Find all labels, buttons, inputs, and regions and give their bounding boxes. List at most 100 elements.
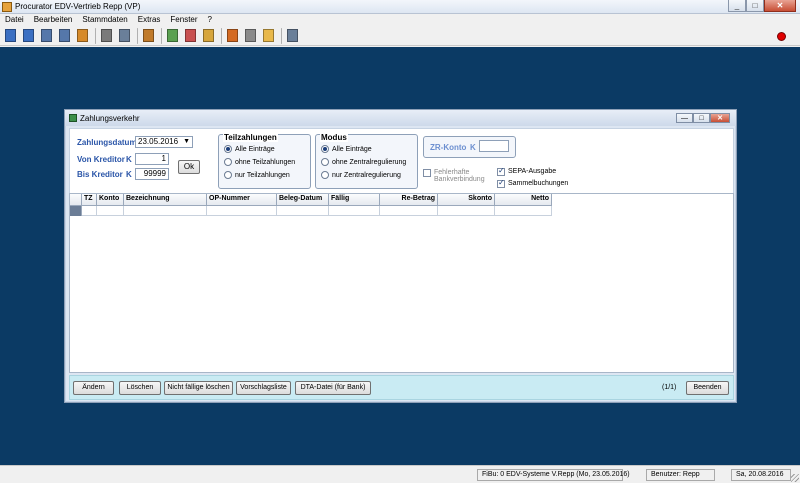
menu-fenster[interactable]: Fenster <box>165 14 202 26</box>
dta-datei-button[interactable]: DTA-Datei (für Bank) <box>295 381 371 395</box>
table-cell[interactable] <box>329 206 380 216</box>
child-maximize-button[interactable]: □ <box>693 113 710 123</box>
payment-icon[interactable] <box>141 28 156 43</box>
column-header[interactable]: Netto <box>495 194 552 206</box>
bar-chart-icon[interactable] <box>225 28 240 43</box>
teilzahlungen-option-alle[interactable]: Alle Einträge <box>224 145 275 153</box>
payments-grid[interactable]: TZ Konto Bezeichnung OP-Nummer Beleg-Datum Fä… <box>69 193 734 373</box>
ok-button[interactable]: Ok <box>178 160 200 174</box>
action-bar: Ändern Löschen Nicht fällige löschen Vor… <box>69 375 734 400</box>
von-kreditor-input[interactable]: 1 <box>135 153 169 165</box>
bis-kreditor-input[interactable]: 99999 <box>135 168 169 180</box>
print-icon[interactable] <box>117 28 132 43</box>
child-minimize-button[interactable]: — <box>676 113 693 123</box>
aendern-button[interactable]: Ändern <box>73 381 114 395</box>
close-button[interactable]: ✕ <box>764 0 796 12</box>
child-titlebar: Zahlungsverkehr — □ ✕ <box>65 110 736 126</box>
radio-label: ohne Teilzahlungen <box>235 158 296 166</box>
transfer-icon-glyph <box>203 29 214 42</box>
table-cell[interactable] <box>380 206 438 216</box>
app-title: Procurator EDV-Vertrieb Repp (VP) <box>15 2 141 11</box>
loeschen-button[interactable]: Löschen <box>119 381 161 395</box>
pen-icon-glyph <box>245 29 256 42</box>
new-doc-icon[interactable] <box>3 28 18 43</box>
bis-kreditor-prefix: K <box>126 170 132 179</box>
bar-chart-icon-glyph <box>227 29 238 42</box>
status-fibu: FiBu: 0 EDV-Systeme V.Repp (Mo, 23.05.20… <box>477 469 630 481</box>
sammel-label: Sammelbuchungen <box>508 180 569 187</box>
toolbar-separator <box>161 28 162 44</box>
table-cell[interactable] <box>124 206 207 216</box>
table-cell[interactable] <box>495 206 552 216</box>
vorschlagsliste-button[interactable]: Vorschlagsliste <box>236 381 291 395</box>
zahlungsdatum-select[interactable]: 23.05.2016 ▼ <box>135 136 193 148</box>
chart-green-icon[interactable] <box>165 28 180 43</box>
calculator-icon-glyph <box>287 29 298 42</box>
table-cell[interactable] <box>97 206 124 216</box>
menu-datei[interactable]: Datei <box>0 14 29 26</box>
beenden-button[interactable]: Beenden <box>686 381 729 395</box>
bis-kreditor-label: Bis Kreditor <box>77 170 123 179</box>
chart-green-icon-glyph <box>167 29 178 42</box>
zr-konto-input[interactable] <box>479 140 509 152</box>
teilzahlungen-option-ohne[interactable]: ohne Teilzahlungen <box>224 158 295 166</box>
status-bar: FiBu: 0 EDV-Systeme V.Repp (Mo, 23.05.20… <box>0 465 800 483</box>
print-icon-glyph <box>119 29 130 42</box>
menu-stammdaten[interactable]: Stammdaten <box>77 14 132 26</box>
print-doc-icon[interactable] <box>57 28 72 43</box>
column-header[interactable]: Fällig <box>329 194 380 206</box>
lookup-icon-glyph <box>101 29 112 42</box>
row-selector[interactable] <box>70 206 82 216</box>
table-row[interactable] <box>70 206 552 216</box>
menu-extras[interactable]: Extras <box>133 14 166 26</box>
column-header[interactable]: Re-Betrag <box>380 194 438 206</box>
menu-bar: Datei Bearbeiten Stammdaten Extras Fenst… <box>0 14 800 26</box>
table-cell[interactable] <box>207 206 277 216</box>
cabinet-icon[interactable] <box>75 28 90 43</box>
sepa-label: SEPA-Ausgabe <box>508 168 557 175</box>
column-header[interactable]: Konto <box>97 194 124 206</box>
modus-option-alle[interactable]: Alle Einträge <box>321 145 372 153</box>
search-doc-icon-glyph <box>41 29 52 42</box>
teilzahlungen-group: Teilzahlungen Alle Einträge ohne Teilzah… <box>218 133 311 189</box>
deadline-icon[interactable] <box>261 28 276 43</box>
doc-icon-glyph <box>23 29 34 42</box>
radio-label: Alle Einträge <box>235 145 275 153</box>
column-header[interactable]: Bezeichnung <box>124 194 207 206</box>
column-header[interactable]: Skonto <box>438 194 495 206</box>
lookup-icon[interactable] <box>99 28 114 43</box>
zr-konto-label: ZR-Konto <box>430 143 467 152</box>
toolbar-separator <box>95 28 96 44</box>
page-indicator: (1/1) <box>662 384 677 391</box>
checkbox-icon <box>497 178 505 188</box>
pen-icon[interactable] <box>243 28 258 43</box>
modus-option-ohne[interactable]: ohne Zentralregulierung <box>321 158 406 166</box>
menu-help[interactable]: ? <box>203 14 217 26</box>
child-close-button[interactable]: ✕ <box>710 113 730 123</box>
sepa-ausgabe-checkbox[interactable]: SEPA-Ausgabe <box>497 166 557 176</box>
menu-bearbeiten[interactable]: Bearbeiten <box>29 14 78 26</box>
column-header[interactable]: TZ <box>82 194 97 206</box>
fehlerhafte-bankverbindung-checkbox[interactable]: Fehlerhafte Bankverbindung <box>423 169 485 183</box>
maximize-button[interactable]: □ <box>746 0 764 12</box>
table-cell[interactable] <box>438 206 495 216</box>
doc-icon[interactable] <box>21 28 36 43</box>
minimize-button[interactable]: _ <box>728 0 746 12</box>
nicht-faellige-loeschen-button[interactable]: Nicht fällige löschen <box>164 381 233 395</box>
table-cell[interactable] <box>82 206 97 216</box>
resize-grip-icon[interactable] <box>791 474 799 482</box>
modus-option-nur[interactable]: nur Zentralregulierung <box>321 171 401 179</box>
table-cell[interactable] <box>277 206 329 216</box>
calculator-icon[interactable] <box>285 28 300 43</box>
teilzahlungen-option-nur[interactable]: nur Teilzahlungen <box>224 171 290 179</box>
sammelbuchungen-checkbox[interactable]: Sammelbuchungen <box>497 178 569 188</box>
toolbar-separator <box>281 28 282 44</box>
checkbox-icon <box>423 169 431 177</box>
transfer-icon[interactable] <box>201 28 216 43</box>
column-header[interactable]: OP-Nummer <box>207 194 277 206</box>
search-doc-icon[interactable] <box>39 28 54 43</box>
zr-konto-prefix: K <box>470 143 476 152</box>
column-header[interactable]: Beleg-Datum <box>277 194 329 206</box>
chart-red-icon[interactable] <box>183 28 198 43</box>
column-header[interactable] <box>70 194 82 206</box>
